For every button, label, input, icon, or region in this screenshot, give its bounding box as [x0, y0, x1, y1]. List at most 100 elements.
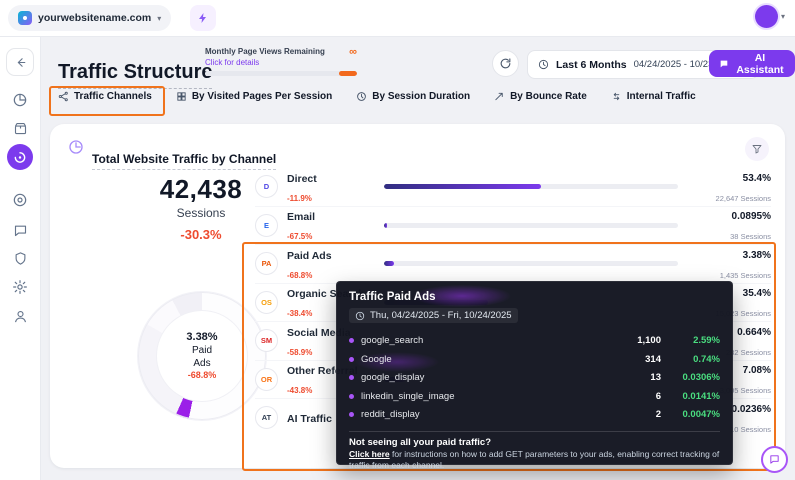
- channel-change: -38.4%: [287, 309, 312, 318]
- channel-name: Paid Ads: [287, 250, 332, 262]
- donut-change: -68.8%: [188, 370, 217, 382]
- channel-badge: OR: [255, 368, 278, 391]
- donut-center: 3.38% Paid Ads -68.8%: [157, 311, 247, 401]
- channel-bar: [384, 184, 678, 189]
- tooltip-footer: Not seeing all your paid traffic? Click …: [349, 431, 720, 471]
- channel-percent: 0.0236%: [732, 404, 771, 415]
- bullet-dot-icon: [349, 338, 354, 343]
- tab-visited-pages[interactable]: By Visited Pages Per Session: [176, 91, 332, 102]
- channel-change: -43.8%: [287, 386, 312, 395]
- tooltip-row: google_display 13 0.0306%: [349, 369, 720, 388]
- tab-traffic-channels[interactable]: Traffic Channels: [58, 91, 152, 102]
- card-title: Total Website Traffic by Channel: [92, 152, 276, 170]
- quota-progress-bar: [205, 71, 357, 76]
- arrow-left-icon: [14, 56, 27, 69]
- channel-row-email[interactable]: E Email-67.5% 0.0895%38 Sessions: [255, 207, 771, 246]
- user-menu[interactable]: ▾: [755, 5, 785, 28]
- sidebar-item-products[interactable]: [6, 114, 34, 142]
- sidebar-item-goals[interactable]: [6, 186, 34, 214]
- paid-ads-tooltip: Traffic Paid Ads Thu, 04/24/2025 - Fri, …: [336, 281, 733, 465]
- chevron-down-icon: ▾: [157, 14, 161, 23]
- bullet-dot-icon: [349, 357, 354, 362]
- page-title: Traffic Structure: [58, 61, 212, 89]
- topbar: yourwebsitename.com ▾ ▾: [0, 0, 795, 37]
- tooltip-click-here-link[interactable]: Click here: [349, 449, 390, 459]
- source-percent: 0.0141%: [668, 391, 720, 402]
- internal-icon: [611, 91, 622, 102]
- source-name: google_search: [361, 335, 584, 346]
- traffic-donut-chart[interactable]: 3.38% Paid Ads -68.8%: [138, 292, 266, 420]
- channel-sessions: 1,435 Sessions: [720, 271, 771, 280]
- quick-action-button[interactable]: [190, 5, 216, 31]
- refresh-button[interactable]: [492, 50, 519, 77]
- package-icon: [13, 121, 28, 136]
- tooltip-footer-title: Not seeing all your paid traffic?: [349, 437, 720, 449]
- sidebar-item-dashboard[interactable]: [6, 86, 34, 114]
- channel-sessions: 10 Sessions: [730, 425, 771, 434]
- traffic-swirl-icon: [13, 150, 27, 165]
- source-name: google_display: [361, 372, 584, 383]
- tab-label: By Visited Pages Per Session: [192, 91, 332, 102]
- filter-button[interactable]: [745, 137, 769, 161]
- refresh-icon: [499, 57, 512, 70]
- tooltip-footer-text: for instructions on how to add GET param…: [349, 449, 719, 470]
- channel-badge: AT: [255, 406, 278, 429]
- sidebar-item-traffic[interactable]: [7, 144, 33, 170]
- quota-details-link[interactable]: Click for details: [205, 58, 357, 67]
- support-chat-button[interactable]: [761, 446, 788, 473]
- channel-percent: 35.4%: [743, 288, 771, 299]
- sidebar-item-settings[interactable]: [6, 273, 34, 301]
- source-value: 13: [591, 372, 661, 383]
- tooltip-row: linkedin_single_image 6 0.0141%: [349, 387, 720, 406]
- bullet-dot-icon: [349, 375, 354, 380]
- tooltip-title: Traffic Paid Ads: [349, 291, 720, 303]
- channel-sessions: 38 Sessions: [730, 232, 771, 241]
- page-views-quota: Monthly Page Views Remaining ∞ Click for…: [205, 47, 357, 76]
- sidebar: [0, 36, 41, 480]
- channel-change: -68.8%: [287, 271, 312, 280]
- tab-session-duration[interactable]: By Session Duration: [356, 91, 470, 102]
- ai-assistant-button[interactable]: AI Assistant: [709, 50, 795, 77]
- chat-icon: [719, 58, 729, 70]
- pages-icon: [176, 91, 187, 102]
- sidebar-item-security[interactable]: [6, 244, 34, 272]
- clock-icon: [355, 311, 365, 321]
- channel-bar-fill: [384, 261, 394, 266]
- channel-badge: SM: [255, 329, 278, 352]
- source-name: reddit_display: [361, 409, 584, 420]
- tab-label: By Bounce Rate: [510, 91, 587, 102]
- sidebar-item-feedback[interactable]: [6, 216, 34, 244]
- channels-icon: [58, 91, 69, 102]
- source-percent: 0.0306%: [668, 372, 720, 383]
- avatar: [755, 5, 778, 28]
- infinity-icon: ∞: [349, 48, 357, 56]
- channel-bar-fill: [384, 223, 387, 228]
- channel-name: AI Traffic: [287, 413, 332, 425]
- channel-change: -67.5%: [287, 232, 312, 241]
- tab-internal-traffic[interactable]: Internal Traffic: [611, 91, 696, 102]
- bolt-icon: [197, 12, 209, 24]
- quota-progress-fill: [339, 71, 357, 76]
- source-percent: 0.0047%: [668, 409, 720, 420]
- channel-percent: 0.0895%: [732, 211, 771, 222]
- pie-chart-icon: [12, 92, 28, 108]
- channel-percent: 53.4%: [743, 173, 771, 184]
- chat-icon: [769, 453, 780, 466]
- funnel-icon: [751, 143, 763, 155]
- channel-row-paid-ads[interactable]: PA Paid Ads-68.8% 3.38%1,435 Sessions: [255, 245, 771, 284]
- source-value: 6: [591, 391, 661, 402]
- source-percent: 2.59%: [668, 335, 720, 346]
- site-selector[interactable]: yourwebsitename.com ▾: [8, 5, 171, 31]
- channel-percent: 0.664%: [737, 327, 771, 338]
- app-logo-icon: [18, 11, 32, 25]
- chart-section-icon: [68, 139, 84, 155]
- source-name: Google: [361, 354, 584, 365]
- tab-bounce-rate[interactable]: By Bounce Rate: [494, 91, 587, 102]
- sidebar-item-account[interactable]: [6, 302, 34, 330]
- channel-row-direct[interactable]: D Direct-11.9% 53.4%22,647 Sessions: [255, 168, 771, 207]
- collapse-sidebar-button[interactable]: [6, 48, 34, 76]
- source-name: linkedin_single_image: [361, 391, 584, 402]
- channel-name: Email: [287, 211, 315, 223]
- tooltip-row: google_search 1,100 2.59%: [349, 332, 720, 351]
- tab-label: By Session Duration: [372, 91, 470, 102]
